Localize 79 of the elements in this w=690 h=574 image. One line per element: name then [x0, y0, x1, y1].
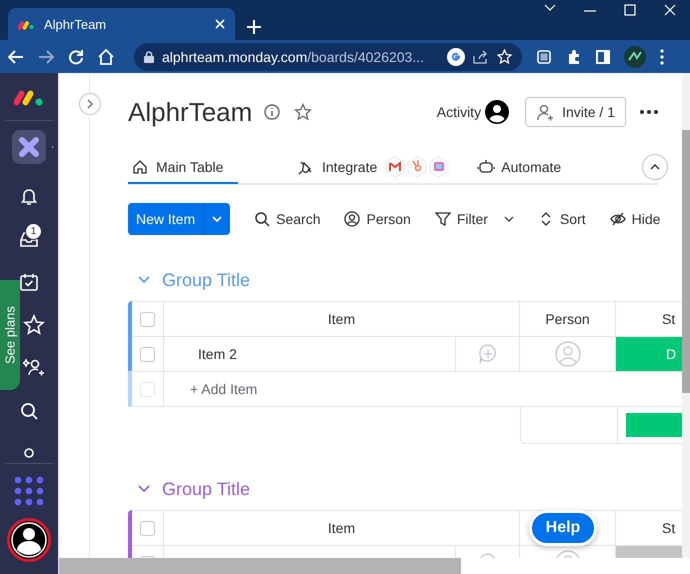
chevron-right-icon [87, 99, 93, 109]
scrollbar[interactable] [682, 130, 690, 393]
activity-link[interactable]: Activity [436, 104, 482, 120]
profile-avatar-icon[interactable] [624, 46, 646, 68]
calendar-check-button[interactable] [18, 271, 40, 293]
share-icon[interactable] [473, 50, 489, 64]
checkbox[interactable] [140, 346, 155, 362]
close-icon[interactable] [215, 19, 225, 29]
apps-grid-icon[interactable] [14, 476, 44, 506]
browser-tab[interactable]: AlphrTeam [8, 8, 235, 40]
url-path: /boards/4026203... [307, 48, 424, 64]
status-label: D [666, 346, 676, 362]
filter-button[interactable]: Filter [434, 211, 514, 227]
automate-button[interactable]: Automate [473, 152, 566, 184]
integrate-button[interactable]: Integrate [294, 152, 382, 184]
search-button[interactable]: Search [254, 211, 320, 227]
person-button[interactable]: Person [344, 211, 411, 227]
new-tab-icon[interactable] [247, 20, 261, 34]
new-item-button[interactable]: New Item [128, 203, 230, 235]
google-icon[interactable] [447, 48, 465, 66]
url-host: alphrteam.monday.com [162, 48, 308, 64]
add-person-icon [536, 103, 554, 121]
hub-app-icon[interactable] [407, 156, 428, 178]
forward-icon[interactable] [38, 50, 54, 64]
reload-icon[interactable] [68, 48, 84, 64]
sort-button[interactable]: Sort [538, 211, 586, 227]
star-icon[interactable] [497, 49, 512, 64]
search-icon [18, 400, 40, 422]
checkbox[interactable] [140, 520, 155, 536]
checkbox[interactable] [140, 312, 155, 326]
favorite-star-icon[interactable] [294, 103, 312, 121]
workspace-button[interactable] [12, 130, 46, 164]
expand-sidebar-button[interactable] [79, 93, 101, 115]
mail-app-icon[interactable] [385, 156, 406, 178]
notification-badge: 1 [25, 223, 42, 240]
group-title[interactable]: Group Title [162, 478, 250, 500]
side-panel-icon[interactable] [596, 50, 610, 64]
see-plans-tab[interactable]: See plans [0, 280, 20, 390]
search-button[interactable] [18, 400, 40, 422]
home-icon[interactable] [98, 48, 114, 64]
star-button[interactable] [23, 314, 45, 336]
extensions-icon[interactable] [566, 48, 582, 64]
star-icon [23, 314, 45, 336]
collapse-header-button[interactable] [642, 154, 668, 180]
info-icon[interactable] [264, 104, 280, 120]
board-title: AlphrTeam [128, 96, 252, 128]
person-circle-icon [344, 211, 360, 227]
column-header: Person [520, 302, 616, 336]
address-bar[interactable]: alphrteam.monday.com/boards/4026203... [134, 42, 522, 70]
scrollbar[interactable] [59, 558, 461, 574]
close-icon[interactable] [664, 4, 676, 16]
filter-icon [434, 211, 451, 227]
menu-icon[interactable] [660, 48, 664, 64]
tab-title: AlphrTeam [44, 16, 108, 32]
column-header: St [661, 519, 676, 538]
chevron-down-icon [504, 216, 514, 222]
column-header: Item [164, 511, 520, 545]
column-header: Item [164, 302, 520, 336]
robot-icon [477, 159, 496, 175]
hide-button[interactable]: Hide [610, 211, 660, 227]
lock-icon [144, 50, 154, 62]
back-icon[interactable] [8, 50, 24, 64]
chevron-up-icon [650, 164, 660, 170]
help-button[interactable]: Help [529, 510, 597, 546]
column-header: St [661, 310, 676, 329]
maximize-icon[interactable] [624, 4, 636, 16]
view-tab[interactable]: Main Table [128, 152, 238, 184]
item-name[interactable]: Item 2 [164, 337, 456, 371]
user-avatar-icon [485, 100, 510, 124]
workspace-icon [18, 136, 40, 158]
calendar-check-icon [18, 271, 40, 293]
search-icon [254, 211, 270, 227]
monday-logo-icon [18, 18, 34, 30]
user-avatar-icon[interactable] [7, 518, 51, 562]
gradient-app-icon[interactable] [429, 156, 450, 178]
invite-button[interactable]: Invite / 1 [525, 97, 626, 127]
more-options-icon[interactable] [640, 110, 658, 114]
hidden-eye-icon [610, 211, 626, 227]
screenshot-icon[interactable] [536, 48, 552, 64]
